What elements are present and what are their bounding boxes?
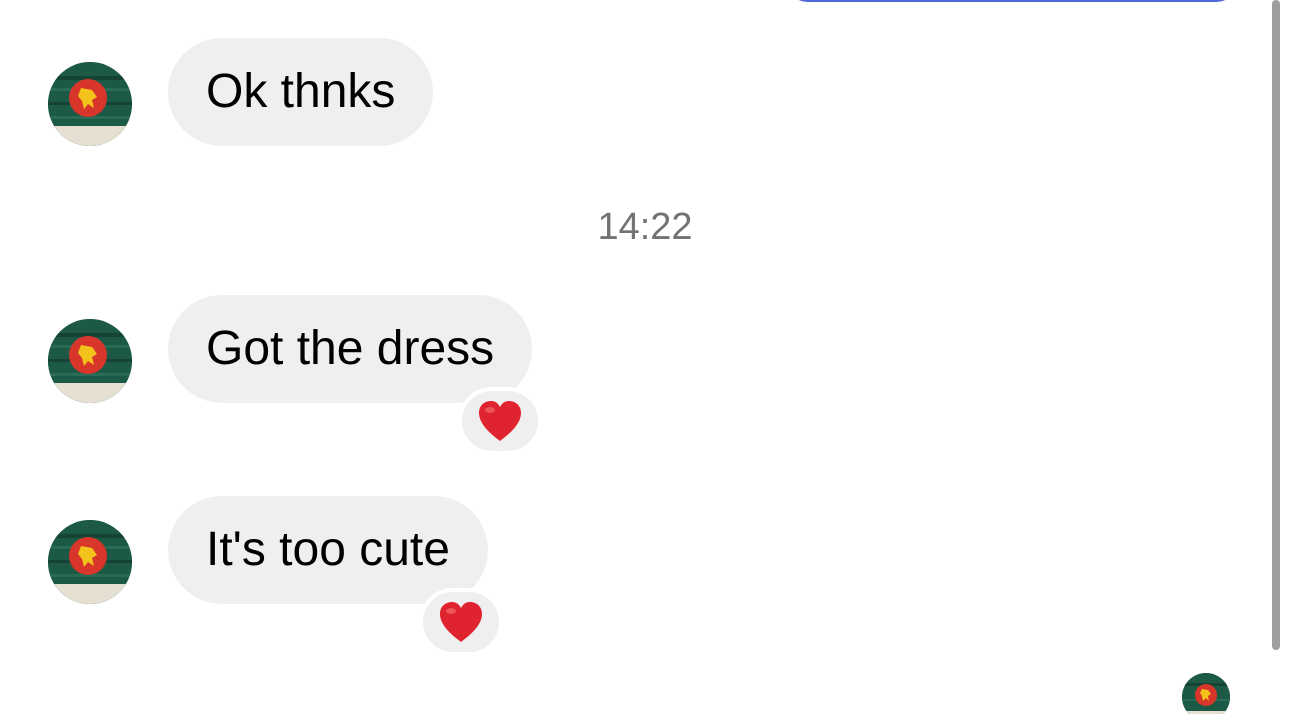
flag-avatar-image <box>1182 673 1230 714</box>
outgoing-message-bubble-edge[interactable] <box>786 0 1238 2</box>
heart-icon <box>479 401 521 441</box>
message-timestamp: 14:22 <box>597 206 693 248</box>
reaction-badge[interactable] <box>458 387 542 455</box>
scrollbar[interactable] <box>1272 0 1280 650</box>
avatar[interactable] <box>48 62 132 146</box>
flag-avatar-image <box>48 319 132 403</box>
message-text: Got the dress <box>206 322 495 375</box>
message-bubble[interactable]: Ok thnks <box>168 38 434 146</box>
message-bubble[interactable]: Got the dress <box>168 295 533 403</box>
avatar[interactable] <box>48 319 132 403</box>
seen-avatar <box>1182 673 1230 714</box>
heart-icon <box>440 602 482 642</box>
flag-avatar-image <box>48 520 132 604</box>
avatar[interactable] <box>48 520 132 604</box>
message-bubble[interactable]: It's too cute <box>168 496 488 604</box>
message-text: It's too cute <box>206 523 450 576</box>
flag-avatar-image <box>48 62 132 146</box>
reaction-badge[interactable] <box>419 588 503 656</box>
chat-screen: Ok thnks 14:22 Got the dress It's too cu… <box>0 0 1290 714</box>
message-text: Ok thnks <box>206 65 396 118</box>
